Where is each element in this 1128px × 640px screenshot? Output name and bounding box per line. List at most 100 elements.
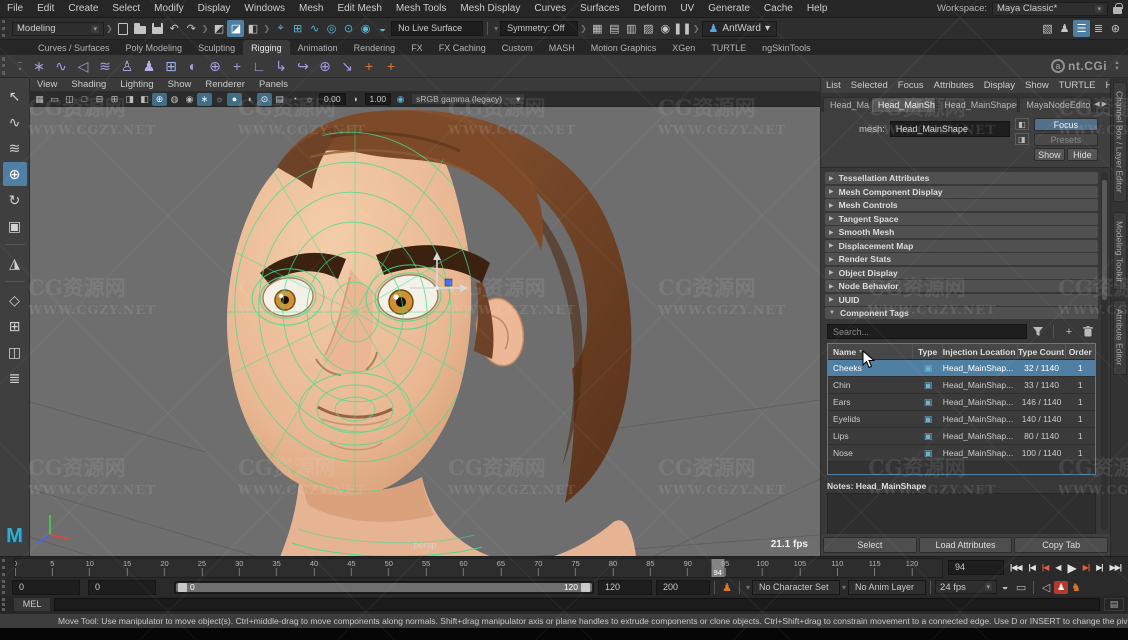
character-set-icon[interactable]: ♟ (719, 581, 735, 594)
ae-footer-button[interactable]: Copy Tab (1014, 537, 1108, 553)
viewport-menu-item[interactable]: Panels (252, 79, 295, 90)
shelf-collapse-icon[interactable]: ‒ (18, 59, 22, 66)
comment-icon[interactable]: ◒ (997, 581, 1013, 593)
attribute-editor-scrollbar[interactable] (1101, 172, 1108, 530)
render-button[interactable]: ▤ (606, 20, 623, 37)
component-tag-row[interactable]: Nose ▣ Head_MainShap... 100 / 1140 1 (828, 445, 1095, 462)
range-drag-handle[interactable] (2, 580, 9, 594)
shelf-tool-button[interactable]: ♙ (116, 56, 138, 77)
last-tool[interactable]: ◮ (3, 251, 27, 275)
audio-icon[interactable]: ◁ (1038, 581, 1054, 594)
selection-mask-button[interactable]: ◪ (227, 20, 244, 37)
snap-button[interactable]: ◒ (374, 20, 391, 37)
snap-button[interactable]: ◎ (323, 20, 340, 37)
ae-menu-item[interactable]: Focus (893, 80, 929, 91)
attribute-section-header[interactable]: ▶ Node Behavior (825, 280, 1098, 292)
playblast-icon[interactable]: ▭ (1013, 581, 1029, 594)
redo-button[interactable]: ↷ (183, 20, 200, 37)
show-button[interactable]: Show (1034, 148, 1065, 161)
symmetry-field[interactable]: Symmetry: Off (500, 21, 578, 36)
viewport-menu-item[interactable]: View (30, 79, 64, 90)
shelf-tool-button[interactable]: ≋ (94, 56, 116, 77)
open-scene-button[interactable] (132, 20, 149, 37)
snap-button[interactable]: ∿ (306, 20, 323, 37)
selection-mask-button[interactable]: ◩ (210, 20, 227, 37)
viewport-toolbar-button[interactable]: ◔ (287, 93, 302, 106)
focus-out-icon[interactable]: ◨ (1015, 133, 1029, 145)
shelf-tool-button[interactable]: ◁ (72, 56, 94, 77)
attribute-section-header[interactable]: ▶ Object Display (825, 267, 1098, 279)
toolbar-drag-handle[interactable] (2, 20, 9, 37)
shelf-tab[interactable]: Rigging (243, 40, 290, 55)
shelf-tab[interactable]: Custom (494, 40, 541, 55)
shelf-tab[interactable]: XGen (664, 40, 703, 55)
viewport-toolbar-button[interactable]: ◖ (242, 93, 257, 106)
snap-button[interactable]: ◉ (357, 20, 374, 37)
shelf-tab[interactable]: MASH (541, 40, 583, 55)
playback-start-field[interactable]: 0 (88, 580, 156, 595)
viewport-toolbar-button[interactable]: ▭ (47, 93, 62, 106)
snap-button[interactable]: ⊞ (289, 20, 306, 37)
shelf-scroll-down-icon[interactable]: ▼ (1114, 66, 1120, 72)
new-scene-button[interactable] (115, 20, 132, 37)
viewport-menu-item[interactable]: Renderer (198, 79, 252, 90)
script-editor-icon[interactable]: ▤ (1104, 598, 1124, 611)
cmd-drag-handle[interactable] (2, 598, 9, 611)
attribute-section-header[interactable]: ▶ Mesh Component Display (825, 186, 1098, 198)
render-button[interactable]: ◉ (657, 20, 674, 37)
focus-button[interactable]: Focus (1034, 118, 1098, 131)
shelf-tab[interactable]: FX Caching (431, 40, 494, 55)
mel-input[interactable] (54, 598, 1100, 611)
playback-button[interactable]: ▶ (1064, 561, 1078, 575)
menuset-select[interactable]: Modeling ▾ (12, 22, 104, 36)
sidebar-toggle-button[interactable]: ≣ (1090, 20, 1107, 37)
select-tool[interactable]: ↖ (3, 84, 27, 108)
mel-label[interactable]: MEL (14, 598, 50, 611)
paint-select-tool[interactable]: ≋ (3, 136, 27, 160)
shelf-tab[interactable]: Poly Modeling (118, 40, 191, 55)
menu-item[interactable]: Help (800, 0, 835, 18)
live-surface-field[interactable]: No Live Surface (391, 21, 483, 36)
viewport-toolbar-button[interactable]: ⊕ (152, 93, 167, 106)
attribute-section-header[interactable]: ▶ Displacement Map (825, 240, 1098, 252)
attribute-section-header[interactable]: ▶ Tangent Space (825, 213, 1098, 225)
fps-select[interactable]: 24 fps ▾ (935, 580, 997, 594)
range-handle-right[interactable] (581, 583, 590, 592)
attribute-section-header[interactable]: ▶ Tessellation Attributes (825, 172, 1098, 184)
mesh-name-field[interactable]: Head_MainShape (890, 121, 1010, 137)
snap-button[interactable]: ⊙ (340, 20, 357, 37)
menu-item[interactable]: Mesh (292, 0, 330, 18)
focus-in-icon[interactable]: ◧ (1015, 118, 1029, 130)
viewport-toolbar-button[interactable]: ▦ (32, 93, 47, 106)
layout-two-pane[interactable]: ◫ (3, 340, 27, 364)
character-set-select[interactable]: No Character Set (752, 580, 840, 595)
menu-item[interactable]: Select (105, 0, 147, 18)
delete-tag-button[interactable] (1080, 324, 1096, 339)
shelf-tab[interactable]: Animation (290, 40, 346, 55)
viewport-toolbar-button[interactable]: ∗ (197, 93, 212, 106)
add-tag-button[interactable]: + (1061, 324, 1077, 339)
menu-item[interactable]: Cache (757, 0, 800, 18)
presets-button[interactable]: Presets (1034, 133, 1098, 146)
playback-button[interactable]: |◀ (1039, 563, 1051, 572)
anim-layer-select[interactable]: No Anim Layer (848, 580, 926, 595)
exposure-field[interactable]: 0.00 (319, 93, 346, 105)
undo-button[interactable]: ↶ (166, 20, 183, 37)
sidebar-toggle-button[interactable]: ⊛ (1107, 20, 1124, 37)
playback-end-field[interactable]: 120 (598, 580, 652, 595)
component-tags-search-input[interactable] (827, 324, 1027, 339)
ae-menu-item[interactable]: TURTLE (1054, 80, 1101, 91)
color-management-icon[interactable]: ◉ (393, 93, 408, 106)
menu-item[interactable]: Generate (701, 0, 757, 18)
attribute-section-header[interactable]: ▶ Mesh Controls (825, 199, 1098, 211)
menu-item[interactable]: Edit (30, 0, 61, 18)
ae-node-tab[interactable]: Head_MainShapeOrig1 (937, 97, 1018, 112)
selection-mask-button[interactable]: ◧ (244, 20, 261, 37)
notes-field[interactable] (827, 493, 1096, 534)
viewport-toolbar-button[interactable]: ⊟ (92, 93, 107, 106)
playback-button[interactable]: ▶| (1093, 563, 1105, 572)
menu-item[interactable]: Modify (147, 0, 190, 18)
attribute-section-header[interactable]: ▶ UUID (825, 294, 1098, 306)
auto-key-button[interactable]: ♟ (1054, 581, 1068, 594)
color-space-select[interactable]: sRGB gamma (legacy) ▾ (411, 93, 525, 105)
